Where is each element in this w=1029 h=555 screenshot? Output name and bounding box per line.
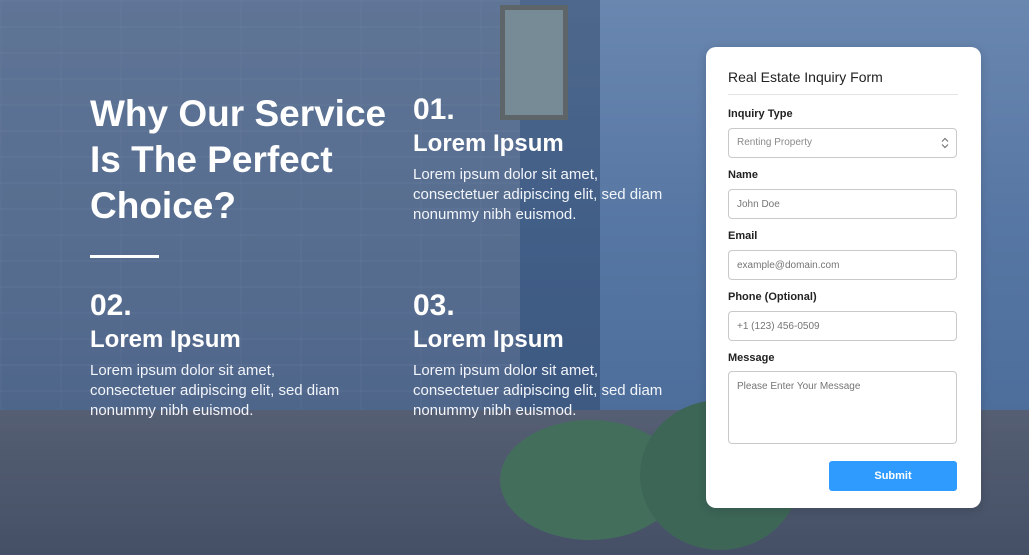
phone-input[interactable] (728, 311, 957, 341)
feature-title: Lorem Ipsum (413, 130, 564, 157)
headline-divider (90, 255, 159, 258)
feature-description: Lorem ipsum dolor sit amet, consectetuer… (413, 362, 663, 419)
message-label: Message (728, 352, 775, 364)
phone-label: Phone (Optional) (728, 291, 817, 303)
feature-item: 01. Lorem Ipsum Lorem ipsum dolor sit am… (413, 93, 663, 225)
inquiry-form-card: Real Estate Inquiry Form Inquiry Type Re… (706, 47, 981, 508)
feature-number: 01. (413, 93, 455, 126)
message-textarea[interactable] (728, 371, 957, 444)
inquiry-type-value: Renting Property (737, 137, 813, 148)
chevron-up-down-icon (941, 137, 949, 149)
feature-title: Lorem Ipsum (413, 326, 564, 353)
email-input[interactable] (728, 250, 957, 280)
feature-item: 02. Lorem Ipsum Lorem ipsum dolor sit am… (90, 289, 340, 421)
inquiry-type-select[interactable]: Renting Property (728, 128, 957, 158)
feature-title: Lorem Ipsum (90, 326, 241, 353)
feature-item: 03. Lorem Ipsum Lorem ipsum dolor sit am… (413, 289, 663, 421)
inquiry-type-label: Inquiry Type (728, 108, 793, 120)
name-label: Name (728, 169, 758, 181)
feature-description: Lorem ipsum dolor sit amet, consectetuer… (413, 166, 663, 223)
form-title: Real Estate Inquiry Form (728, 69, 958, 95)
feature-number: 03. (413, 289, 455, 322)
feature-description: Lorem ipsum dolor sit amet, consectetuer… (90, 362, 340, 419)
feature-number: 02. (90, 289, 132, 322)
name-input[interactable] (728, 189, 957, 219)
submit-button[interactable]: Submit (829, 461, 957, 491)
email-label: Email (728, 230, 758, 242)
page-headline: Why Our Service Is The Perfect Choice? (90, 93, 387, 226)
